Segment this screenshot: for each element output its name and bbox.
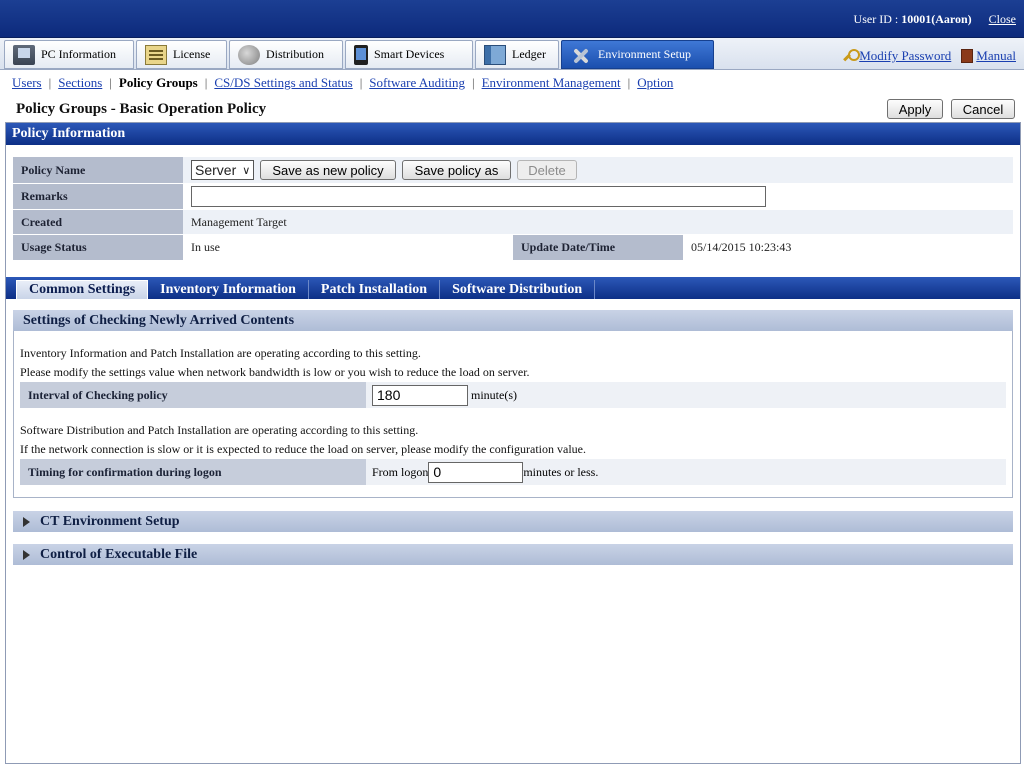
interval-label: Interval of Checking policy	[20, 382, 366, 408]
pc-icon	[13, 44, 35, 65]
sub-navigation: Users | Sections | Policy Groups | CS/DS Se…	[0, 71, 1024, 95]
user-id-label: User ID :	[853, 12, 902, 26]
created-label: Created	[13, 210, 183, 235]
close-link[interactable]: Close	[989, 12, 1016, 26]
checking-note-3: Software Distribution and Patch Installa…	[20, 423, 419, 437]
policy-name-label: Policy Name	[13, 157, 183, 184]
user-info: User ID : 10001(Aaron) Close	[854, 12, 1016, 27]
policy-name-selected: Server	[195, 162, 237, 178]
usage-status-value: In use	[183, 235, 513, 261]
tab-ledger[interactable]: Ledger	[475, 40, 559, 69]
remarks-input[interactable]	[191, 186, 766, 207]
subnav-software-auditing[interactable]: Software Auditing	[369, 75, 465, 91]
checking-note-1: Inventory Information and Patch Installa…	[20, 346, 421, 360]
apply-button[interactable]: Apply	[887, 99, 943, 119]
policy-name-value-cell: Server ∨ Save as new policy Save policy a…	[183, 157, 1013, 184]
checking-note-4: If the network connection is slow or it …	[20, 442, 587, 456]
created-value: Management Target	[183, 210, 1013, 235]
page-title: Policy Groups - Basic Operation Policy	[16, 101, 267, 117]
subnav-environment-management[interactable]: Environment Management	[482, 75, 621, 91]
remarks-row: Remarks	[13, 184, 1013, 210]
ct-environment-setup-section[interactable]: CT Environment Setup	[13, 511, 1013, 532]
smart-device-icon	[354, 44, 368, 65]
separator: |	[627, 75, 631, 90]
interval-unit: minute(s)	[471, 387, 517, 402]
tab-pc-information[interactable]: PC Information	[4, 40, 134, 69]
timing-input[interactable]	[428, 461, 524, 483]
interval-input[interactable]	[372, 384, 468, 406]
top-bar: User ID : 10001(Aaron) Close	[0, 0, 1024, 38]
tab-distribution[interactable]: Distribution	[229, 40, 343, 69]
tab-patch-installation[interactable]: Patch Installation	[309, 280, 441, 299]
tab-label: Distribution	[266, 47, 325, 61]
timing-label: Timing for confirmation during logon	[20, 459, 366, 485]
timing-suffix: minutes or less.	[523, 464, 599, 479]
environment-setup-icon	[570, 45, 592, 65]
checking-settings-title: Settings of Checking Newly Arrived Conte…	[23, 312, 295, 328]
distribution-icon	[238, 44, 260, 65]
delete-button[interactable]: Delete	[517, 160, 577, 180]
interval-row: Interval of Checking policy minute(s)	[20, 382, 1006, 408]
usage-status-label: Usage Status	[13, 235, 183, 261]
book-icon	[961, 49, 974, 63]
update-datetime-value: 05/14/2015 10:23:43	[683, 235, 1013, 261]
timing-value-cell: From logon minutes or less.	[366, 459, 1006, 485]
key-icon	[842, 49, 861, 63]
modify-password-link[interactable]: Modify Password	[842, 48, 951, 64]
separator: |	[359, 75, 363, 90]
subnav-policy-groups: Policy Groups	[118, 75, 198, 90]
tab-label: PC Information	[41, 47, 116, 61]
tab-environment-setup[interactable]: Environment Setup	[561, 40, 714, 69]
update-datetime-label: Update Date/Time	[513, 235, 683, 261]
policy-information-header: Policy Information	[6, 123, 1020, 145]
tab-smart-devices[interactable]: Smart Devices	[345, 40, 473, 69]
tab-label: Ledger	[512, 47, 546, 61]
save-as-new-policy-button[interactable]: Save as new policy	[260, 160, 396, 180]
save-policy-as-button[interactable]: Save policy as	[402, 160, 511, 180]
control-executable-file-title: Control of Executable File	[40, 546, 198, 562]
tab-software-distribution[interactable]: Software Distribution	[440, 280, 596, 299]
remarks-value-cell	[183, 184, 1013, 210]
tab-label: Environment Setup	[598, 47, 691, 61]
checking-settings-header: Settings of Checking Newly Arrived Conte…	[13, 310, 1013, 331]
subnav-option[interactable]: Option	[637, 75, 673, 91]
ct-environment-setup-title: CT Environment Setup	[40, 513, 180, 529]
separator: |	[204, 75, 208, 90]
chevron-down-icon: ∨	[242, 164, 251, 177]
user-id-value: 10001(Aaron)	[901, 12, 972, 26]
modify-password-label: Modify Password	[859, 48, 952, 63]
control-executable-file-section[interactable]: Control of Executable File	[13, 544, 1013, 565]
tab-license[interactable]: License	[136, 40, 227, 69]
cancel-button[interactable]: Cancel	[951, 99, 1015, 119]
separator: |	[109, 75, 112, 90]
interval-value-cell: minute(s)	[366, 382, 1006, 408]
separator: |	[48, 75, 52, 90]
manual-link[interactable]: Manual	[961, 48, 1016, 64]
created-row: Created Management Target	[13, 210, 1013, 235]
manual-label: Manual	[976, 48, 1016, 63]
usage-status-row: Usage Status In use Update Date/Time 05/…	[13, 235, 1013, 261]
separator: |	[471, 75, 475, 90]
ledger-icon	[484, 44, 506, 65]
policy-name-row: Policy Name Server ∨ Save as new policy S…	[13, 157, 1013, 184]
expand-triangle-icon	[23, 549, 30, 560]
top-right-links: Modify Password Manual	[842, 48, 1016, 64]
timing-row: Timing for confirmation during logon Fro…	[20, 459, 1006, 485]
subnav-sections[interactable]: Sections	[58, 75, 102, 91]
license-icon	[145, 44, 167, 65]
expand-triangle-icon	[23, 516, 30, 527]
subnav-users[interactable]: Users	[12, 75, 42, 91]
tab-inventory-information[interactable]: Inventory Information	[148, 280, 309, 299]
remarks-label: Remarks	[13, 184, 183, 210]
content-tab-bar: Common Settings Inventory Information Pa…	[6, 277, 1020, 299]
policy-name-select[interactable]: Server ∨	[191, 160, 254, 180]
checking-note-2: Please modify the settings value when ne…	[20, 365, 530, 379]
tab-label: Smart Devices	[374, 47, 445, 61]
tab-common-settings[interactable]: Common Settings	[16, 280, 149, 299]
subnav-csds-settings[interactable]: CS/DS Settings and Status	[214, 75, 352, 91]
tab-label: License	[173, 47, 211, 61]
timing-prefix: From logon	[372, 464, 429, 479]
